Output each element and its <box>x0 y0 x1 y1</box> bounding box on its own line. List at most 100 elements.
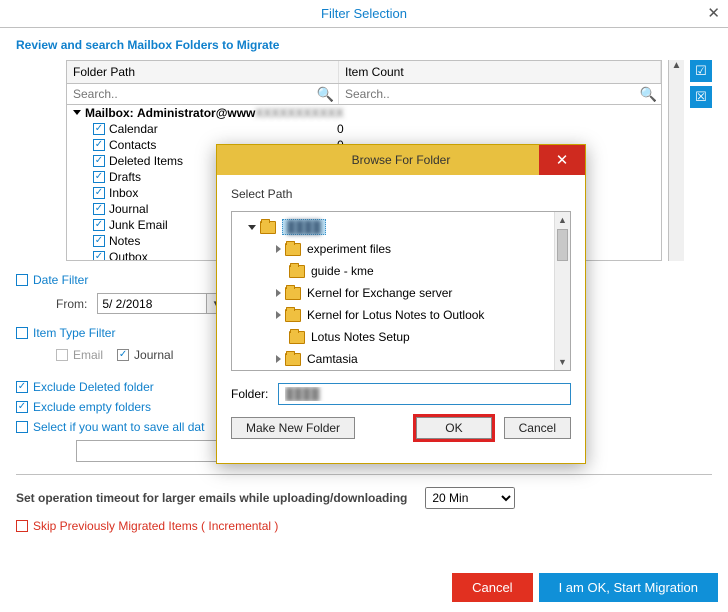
folder-tree: ████ experiment files guide - kme Kernel… <box>231 211 571 371</box>
from-label: From: <box>56 297 87 311</box>
search-item-count-input[interactable] <box>339 84 636 104</box>
item-type-filter-label: Item Type Filter <box>33 326 115 340</box>
modal-subtitle: Select Path <box>231 187 571 201</box>
deselect-all-button[interactable]: ☒ <box>690 86 712 108</box>
timeout-label: Set operation timeout for larger emails … <box>16 491 407 505</box>
main-title: Filter Selection <box>321 6 407 21</box>
page-heading: Review and search Mailbox Folders to Mig… <box>16 38 712 52</box>
select-all-button[interactable]: ☑ <box>690 60 712 82</box>
checkbox-icon[interactable]: ✓ <box>93 155 105 167</box>
tree-item[interactable]: Kernel for Exchange server <box>276 282 568 304</box>
mailbox-name: Administrator@www <box>137 106 255 120</box>
folder-name: Inbox <box>109 186 138 200</box>
mailbox-prefix: Mailbox <box>85 106 130 120</box>
tree-item[interactable]: experiment files <box>276 238 568 260</box>
modal-title: Browse For Folder <box>352 153 451 167</box>
search-icon[interactable]: 🔍 <box>636 86 661 103</box>
checkbox-icon: ✓ <box>16 401 28 413</box>
folder-icon <box>285 309 301 322</box>
skip-label: Skip Previously Migrated Items ( Increme… <box>33 519 278 533</box>
checkbox-icon[interactable]: ✓ <box>93 187 105 199</box>
folder-name: Deleted Items <box>109 154 183 168</box>
journal-type-label: Journal <box>134 348 173 362</box>
email-type-checkbox[interactable]: Email <box>56 348 103 362</box>
close-icon[interactable]: ✕ <box>707 4 720 22</box>
tree-item[interactable]: Camtasia <box>276 348 568 370</box>
checkbox-icon[interactable]: ✓ <box>93 123 105 135</box>
checkbox-icon: ✓ <box>16 381 28 393</box>
checkbox-icon <box>16 421 28 433</box>
chevron-right-icon[interactable] <box>276 355 281 363</box>
folder-name: Junk Email <box>109 218 168 232</box>
checkbox-icon[interactable]: ✓ <box>93 171 105 183</box>
folder-icon <box>285 287 301 300</box>
tree-item-label: guide - kme <box>311 264 374 278</box>
checkbox-icon[interactable]: ✓ <box>93 139 105 151</box>
separator <box>16 474 712 475</box>
folder-name: Outbox <box>109 250 148 260</box>
folder-icon <box>285 353 301 366</box>
tree-item-label: Kernel for Lotus Notes to Outlook <box>307 308 484 322</box>
tree-item-label: Kernel for Exchange server <box>307 286 452 300</box>
checkbox-icon[interactable]: ✓ <box>93 203 105 215</box>
scroll-down-icon[interactable]: ▼ <box>555 354 570 370</box>
header-folder-path[interactable]: Folder Path <box>67 61 339 83</box>
folder-scrollbar[interactable]: ▲ <box>668 60 684 261</box>
checkbox-icon[interactable]: ✓ <box>93 251 105 260</box>
modal-cancel-button[interactable]: Cancel <box>504 417 571 439</box>
cancel-button[interactable]: Cancel <box>452 573 532 602</box>
checkbox-icon <box>16 327 28 339</box>
mailbox-row[interactable]: Mailbox: Administrator@www XXXXXXXXXXX <box>67 105 661 121</box>
tree-item[interactable]: Kernel for Lotus Notes to Outlook <box>276 304 568 326</box>
checkbox-icon <box>56 349 68 361</box>
skip-previously-checkbox[interactable]: Skip Previously Migrated Items ( Increme… <box>16 519 712 533</box>
folder-name: Notes <box>109 234 140 248</box>
folder-icon <box>285 243 301 256</box>
folder-name: Drafts <box>109 170 141 184</box>
search-folder-path-input[interactable] <box>67 84 313 104</box>
from-date-input[interactable] <box>97 293 207 314</box>
tree-item-label: Camtasia <box>307 352 358 366</box>
tree-root-item[interactable]: ████ <box>248 216 568 238</box>
main-titlebar: Filter Selection ✕ <box>0 0 728 28</box>
chevron-right-icon[interactable] <box>276 289 281 297</box>
modal-close-button[interactable]: ✕ <box>539 145 585 175</box>
folder-count: 0 <box>337 122 661 136</box>
timeout-select[interactable]: 20 Min <box>425 487 515 509</box>
checkbox-icon[interactable]: ✓ <box>93 235 105 247</box>
chevron-right-icon[interactable] <box>276 311 281 319</box>
folder-name: Calendar <box>109 122 158 136</box>
make-new-folder-button[interactable]: Make New Folder <box>231 417 355 439</box>
table-row[interactable]: ✓ Calendar 0 <box>67 121 661 137</box>
browse-folder-dialog: Browse For Folder ✕ Select Path ████ exp… <box>216 144 586 464</box>
checkbox-icon <box>16 520 28 532</box>
ok-button[interactable]: OK <box>416 417 491 439</box>
folder-field-label: Folder: <box>231 387 268 401</box>
exclude-deleted-label: Exclude Deleted folder <box>33 380 154 394</box>
scroll-thumb[interactable] <box>557 229 568 261</box>
tree-item-label: experiment files <box>307 242 391 256</box>
folder-path-input[interactable] <box>278 383 571 405</box>
date-filter-label: Date Filter <box>33 273 88 287</box>
folder-name: Journal <box>109 202 148 216</box>
chevron-down-icon[interactable] <box>248 225 256 230</box>
header-item-count[interactable]: Item Count <box>339 61 661 83</box>
modal-titlebar: Browse For Folder ✕ <box>217 145 585 175</box>
scroll-up-icon[interactable]: ▲ <box>672 60 682 71</box>
tree-item[interactable]: Lotus Notes Setup <box>276 326 568 348</box>
exclude-empty-label: Exclude empty folders <box>33 400 151 414</box>
checkbox-icon: ✓ <box>117 349 129 361</box>
start-migration-button[interactable]: I am OK, Start Migration <box>539 573 718 602</box>
scroll-up-icon[interactable]: ▲ <box>555 212 570 228</box>
chevron-right-icon[interactable] <box>276 245 281 253</box>
checkbox-icon[interactable]: ✓ <box>93 219 105 231</box>
folder-icon <box>289 265 305 278</box>
journal-type-checkbox[interactable]: ✓ Journal <box>117 348 173 362</box>
tree-item[interactable]: guide - kme <box>276 260 568 282</box>
checkbox-icon <box>16 274 28 286</box>
tree-scrollbar[interactable]: ▲ ▼ <box>554 212 570 370</box>
table-headers: Folder Path Item Count <box>67 61 661 84</box>
expand-icon[interactable] <box>73 110 81 115</box>
search-icon[interactable]: 🔍 <box>313 86 338 103</box>
folder-icon <box>260 221 276 234</box>
